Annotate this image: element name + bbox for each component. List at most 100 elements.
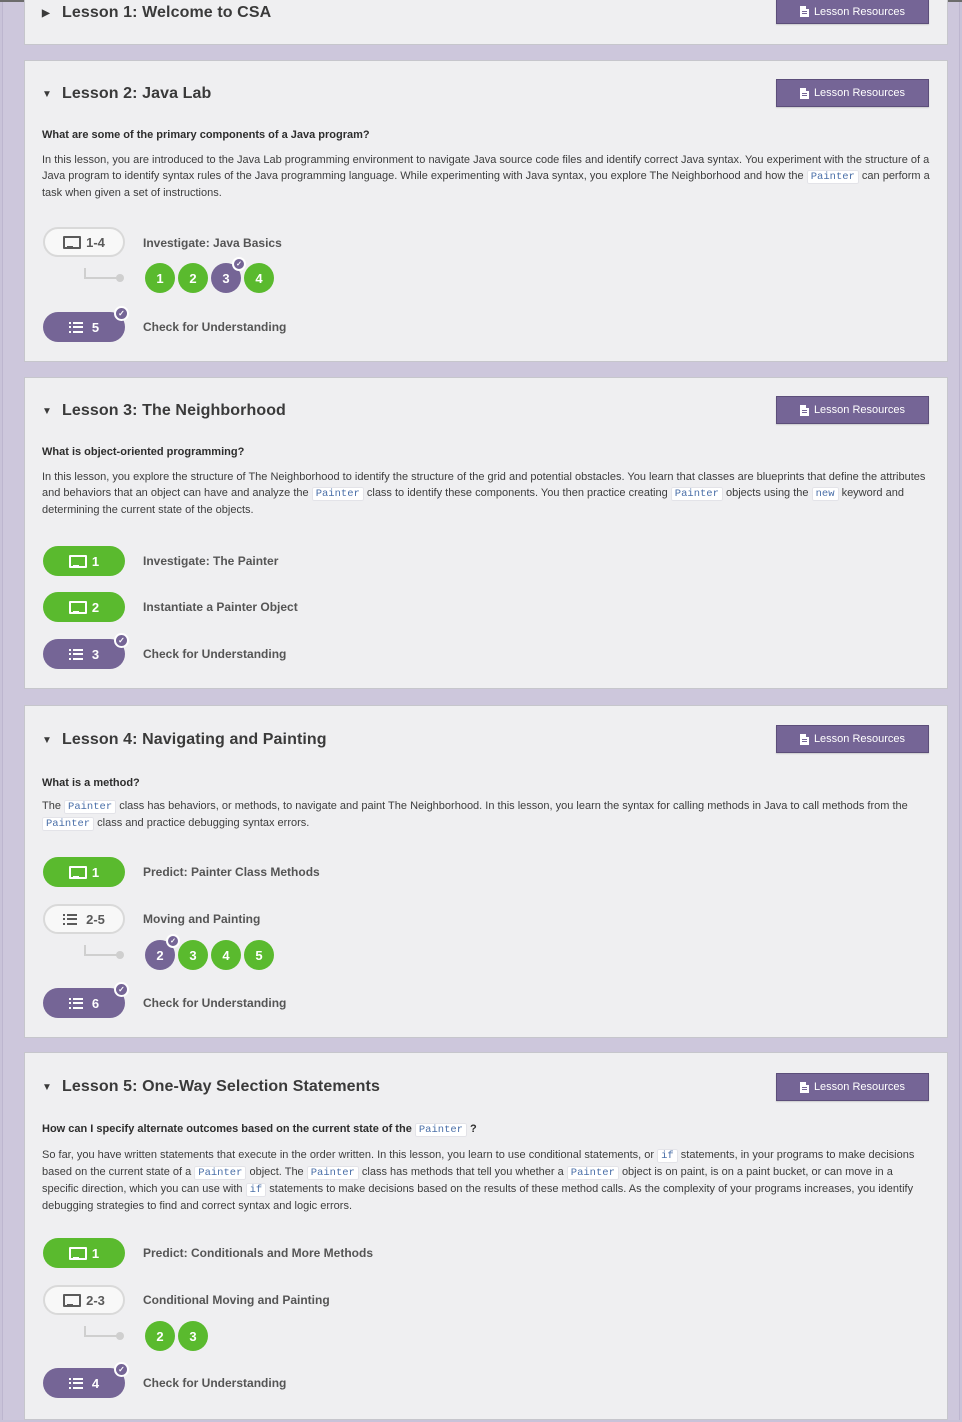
list-icon (68, 648, 83, 660)
activity-label[interactable]: Conditional Moving and Painting (143, 1293, 330, 1307)
sublevel-connector (84, 1326, 124, 1340)
sublevel-connector (84, 945, 124, 959)
activity-pill-2-5[interactable]: 2-5 (43, 904, 125, 934)
sublevel-bubble[interactable]: 3 (178, 940, 208, 970)
activity-badge: 5 (91, 319, 100, 335)
description-text: class has behaviors, or methods, to navi… (119, 800, 908, 812)
code-snippet: if (245, 1183, 267, 1197)
document-icon (799, 87, 809, 99)
activity-pill-1[interactable]: 1 (43, 857, 125, 887)
activity-badge: 1 (91, 864, 100, 880)
sublevel-bubble[interactable]: 5 (244, 940, 274, 970)
sublevel-number: 1 (156, 270, 164, 286)
activity-label[interactable]: Instantiate a Painter Object (143, 600, 298, 614)
activity-label[interactable]: Check for Understanding (143, 320, 286, 334)
activity-pill-1[interactable]: 1 (43, 1238, 125, 1268)
activity-label[interactable]: Investigate: Java Basics (143, 236, 282, 250)
sublevel-bubble[interactable]: 2 (145, 1321, 175, 1351)
check-icon: ✓ (166, 934, 180, 948)
lesson-title: Lesson 3: The Neighborhood (62, 402, 286, 419)
sublevel-bubble[interactable]: 3 (178, 1321, 208, 1351)
lesson-header-2[interactable]: ▼ Lesson 2: Java Lab (42, 85, 211, 103)
caret-down-icon[interactable]: ▼ (42, 1082, 54, 1093)
code-snippet: if (657, 1149, 678, 1163)
caret-down-icon[interactable]: ▼ (42, 735, 54, 746)
activity-label[interactable]: Predict: Painter Class Methods (143, 865, 320, 879)
check-icon: ✓ (232, 257, 246, 271)
lesson-title: Lesson 4: Navigating and Painting (62, 731, 327, 748)
sublevel-bubble[interactable]: 2 ✓ (145, 934, 180, 970)
document-icon (799, 1081, 809, 1093)
sublevel-bubble[interactable]: 2 (178, 263, 208, 293)
lesson-header-5[interactable]: ▼ Lesson 5: One-Way Selection Statements (42, 1078, 380, 1096)
lesson-resources-button[interactable]: Lesson Resources (776, 1073, 929, 1101)
sublevel-bubble[interactable]: 1 (145, 263, 175, 293)
activity-label[interactable]: Predict: Conditionals and More Methods (143, 1246, 373, 1260)
activity-pill-4[interactable]: 4 ✓ (43, 1362, 129, 1398)
document-icon (799, 733, 809, 745)
lesson-header-1[interactable]: ▶ Lesson 1: Welcome to CSA (42, 4, 271, 22)
activity-pill-1-4[interactable]: 1-4 (43, 227, 125, 257)
activity-badge: 2-5 (86, 911, 105, 927)
lesson-resources-button[interactable]: Lesson Resources (776, 396, 929, 424)
sublevel-number: 5 (255, 947, 263, 963)
sublevel-bubble[interactable]: 3 ✓ (211, 257, 246, 293)
document-icon (799, 6, 809, 17)
lesson-question: What are some of the primary components … (42, 129, 370, 141)
activity-label[interactable]: Check for Understanding (143, 1376, 286, 1390)
lesson-resources-button[interactable]: Lesson Resources (776, 725, 929, 753)
activity-pill-5[interactable]: 5 ✓ (43, 306, 129, 342)
monitor-icon (68, 600, 87, 614)
activity-label[interactable]: Moving and Painting (143, 912, 260, 926)
monitor-icon (68, 554, 87, 568)
sublevel-bubble[interactable]: 4 (211, 940, 241, 970)
lesson-title: Lesson 2: Java Lab (62, 85, 212, 102)
activity-label[interactable]: Check for Understanding (143, 996, 286, 1010)
lesson-resources-label: Lesson Resources (813, 404, 906, 416)
activity-pill-2-3[interactable]: 2-3 (43, 1285, 125, 1315)
activity-badge: 6 (91, 995, 100, 1011)
lesson-resources-label: Lesson Resources (813, 733, 906, 745)
description-text: class has methods that tell you whether … (361, 1166, 564, 1178)
lesson-resources-button[interactable]: Lesson Resources (776, 79, 929, 107)
description-text: The (42, 800, 61, 812)
lesson-resources-button[interactable]: Lesson Resources (776, 0, 929, 24)
lesson-card-4: ▼ Lesson 4: Navigating and Painting Less… (24, 705, 948, 1038)
code-snippet: Painter (311, 487, 364, 501)
lesson-title: Lesson 1: Welcome to CSA (62, 4, 272, 21)
lesson-description: So far, you have written statements that… (42, 1147, 932, 1214)
lesson-header-4[interactable]: ▼ Lesson 4: Navigating and Painting (42, 731, 327, 749)
activity-pill-6[interactable]: 6 ✓ (43, 982, 129, 1018)
description-text: objects using the (725, 487, 809, 499)
sublevel-number: 2 (156, 1328, 164, 1344)
lesson-question: How can I specify alternate outcomes bas… (42, 1123, 477, 1137)
activity-label[interactable]: Investigate: The Painter (143, 554, 278, 568)
lesson-description: In this lesson, you explore the structur… (42, 469, 932, 518)
activity-badge: 2 (91, 599, 100, 615)
list-icon (63, 913, 78, 925)
activity-badge: 3 (91, 646, 100, 662)
activity-badge: 2-3 (86, 1292, 105, 1308)
check-icon: ✓ (114, 1362, 129, 1377)
lesson-card-3: ▼ Lesson 3: The Neighborhood Lesson Reso… (24, 377, 948, 689)
activity-label[interactable]: Check for Understanding (143, 647, 286, 661)
code-snippet: new (811, 487, 839, 501)
caret-down-icon[interactable]: ▼ (42, 89, 54, 100)
description-text: class and practice debugging syntax erro… (97, 817, 310, 829)
question-text: How can I specify alternate outcomes bas… (42, 1123, 412, 1135)
monitor-icon (63, 1293, 82, 1307)
activity-pill-1[interactable]: 1 (43, 546, 125, 576)
sublevel-bubble[interactable]: 4 (244, 263, 274, 293)
sublevel-number: 4 (222, 947, 230, 963)
activity-pill-2[interactable]: 2 (43, 592, 125, 622)
activity-badge: 1-4 (86, 234, 105, 250)
code-snippet: Painter (306, 1166, 359, 1180)
caret-down-icon[interactable]: ▼ (42, 406, 54, 417)
activity-pill-3[interactable]: 3 ✓ (43, 633, 129, 669)
description-text: object. The (249, 1166, 304, 1178)
lesson-description: In this lesson, you are introduced to th… (42, 152, 932, 201)
lesson-question: What is a method? (42, 777, 140, 789)
lesson-header-3[interactable]: ▼ Lesson 3: The Neighborhood (42, 402, 286, 420)
lesson-resources-label: Lesson Resources (813, 87, 906, 99)
caret-right-icon[interactable]: ▶ (42, 8, 54, 19)
